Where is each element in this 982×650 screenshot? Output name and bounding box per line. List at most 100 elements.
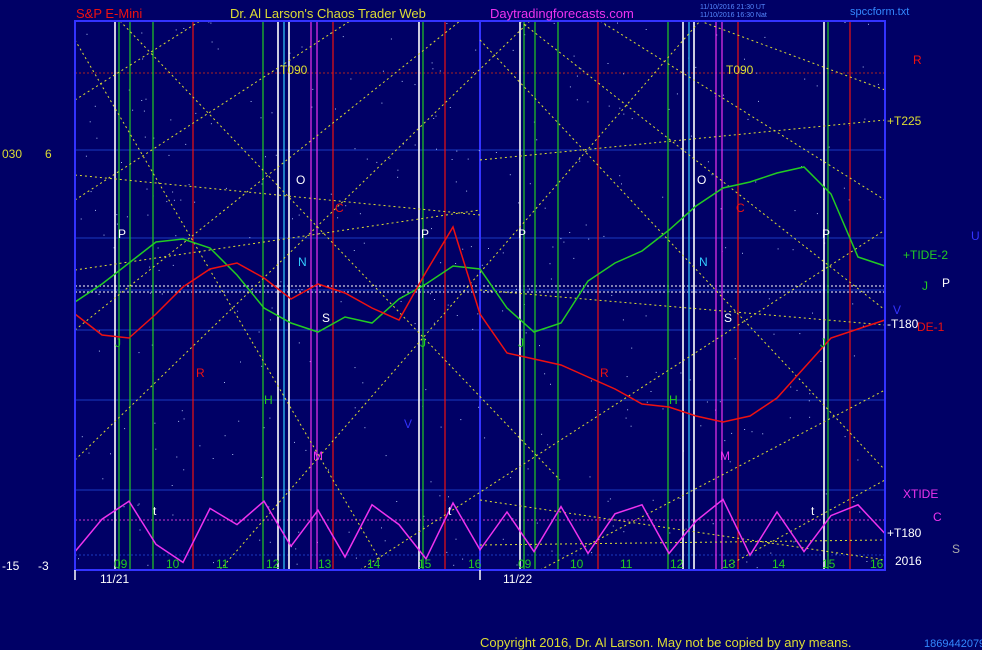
axis-ticks: 09 10 11 12 13 14 15 16 09 10 11 12 13 14 15 16	[74, 557, 884, 580]
marker-t: t	[811, 504, 815, 518]
star-dot	[350, 78, 352, 80]
star-dot	[844, 22, 846, 23]
file-label: spccform.txt	[850, 6, 909, 18]
star-dot	[414, 144, 416, 146]
star-dot	[364, 427, 366, 429]
star-dot	[789, 417, 791, 419]
star-dot	[603, 235, 605, 237]
star-dot	[183, 418, 185, 420]
star-dot	[199, 445, 201, 447]
star-dot	[478, 150, 480, 152]
star-dot	[790, 386, 792, 388]
star-dot	[439, 495, 441, 497]
star-dot	[145, 98, 147, 100]
star-dot	[141, 32, 143, 34]
star-dot	[124, 428, 126, 430]
star-dot	[172, 191, 174, 193]
right-label-t180: -T180	[887, 317, 919, 331]
star-dot	[237, 310, 239, 312]
star-dot	[126, 216, 128, 218]
star-dot	[623, 531, 625, 533]
star-dot	[512, 49, 514, 51]
marker-s: S	[322, 311, 330, 325]
marker-m: M	[720, 449, 730, 463]
star-dot	[591, 552, 593, 554]
star-dot	[146, 188, 148, 190]
star-dot	[473, 72, 474, 74]
star-dot	[809, 393, 811, 395]
star-dot	[864, 118, 866, 120]
star-dot	[139, 529, 141, 531]
star-dot	[622, 319, 624, 321]
star-dot	[90, 191, 92, 193]
star-dot	[853, 355, 855, 357]
star-dot	[166, 201, 168, 203]
star-dot	[121, 162, 122, 163]
star-dot	[249, 237, 251, 239]
hour-tick-label: 13	[318, 557, 332, 571]
star-dot	[518, 202, 520, 204]
star-dot	[502, 538, 504, 540]
star-dot	[275, 154, 277, 156]
star-dot	[711, 174, 713, 176]
star-dot	[825, 493, 827, 495]
star-dot	[689, 379, 691, 381]
marker-h: H	[264, 393, 273, 407]
star-dot	[446, 551, 448, 553]
star-dot	[549, 263, 551, 265]
star-dot	[147, 564, 149, 566]
star-dot	[382, 70, 384, 72]
star-dot	[812, 312, 813, 314]
star-dot	[481, 264, 483, 266]
star-dot	[707, 161, 709, 163]
star-dot	[138, 503, 140, 505]
diagonal-line	[539, 389, 886, 571]
star-dot	[756, 567, 758, 569]
hour-tick-label: 12	[266, 557, 280, 571]
star-dot	[619, 107, 621, 109]
star-dot	[172, 264, 174, 266]
star-dot	[154, 422, 156, 424]
star-dot	[877, 83, 879, 85]
star-dot	[645, 315, 647, 317]
star-dot	[621, 183, 622, 185]
marker-n: N	[298, 255, 307, 269]
star-dot	[594, 410, 596, 411]
star-dot	[676, 93, 678, 95]
diagonal-line	[219, 20, 701, 571]
star-dot	[172, 514, 174, 516]
star-dot	[472, 328, 474, 330]
star-dot	[462, 558, 464, 560]
star-dot	[722, 94, 724, 96]
star-dot	[359, 213, 361, 215]
star-dot	[430, 481, 432, 483]
star-dot	[440, 426, 442, 428]
star-dot	[645, 29, 647, 30]
star-dot	[451, 159, 453, 160]
star-dot	[569, 232, 571, 233]
star-dot	[747, 118, 749, 120]
star-dot	[746, 561, 748, 563]
star-dot	[425, 389, 427, 391]
star-dot	[175, 29, 177, 31]
star-dot	[758, 100, 759, 102]
hour-tick-label: 15	[822, 557, 836, 571]
star-dot	[777, 248, 779, 250]
marker-s: S	[724, 311, 732, 325]
star-dot	[312, 88, 314, 90]
star-dot	[764, 36, 766, 38]
star-dot	[460, 419, 462, 421]
star-dot	[298, 289, 300, 291]
star-dot	[734, 358, 736, 360]
star-dot	[502, 310, 504, 312]
star-dot	[619, 175, 621, 177]
star-dot	[843, 187, 845, 189]
diagonal-line	[74, 39, 381, 561]
site-link[interactable]: Daytradingforecasts.com	[490, 6, 634, 21]
star-dot	[250, 101, 252, 102]
star-dot	[502, 252, 504, 254]
star-dot	[462, 248, 464, 250]
star-dot	[770, 552, 772, 554]
star-dot	[224, 382, 225, 383]
star-dot	[744, 429, 746, 430]
